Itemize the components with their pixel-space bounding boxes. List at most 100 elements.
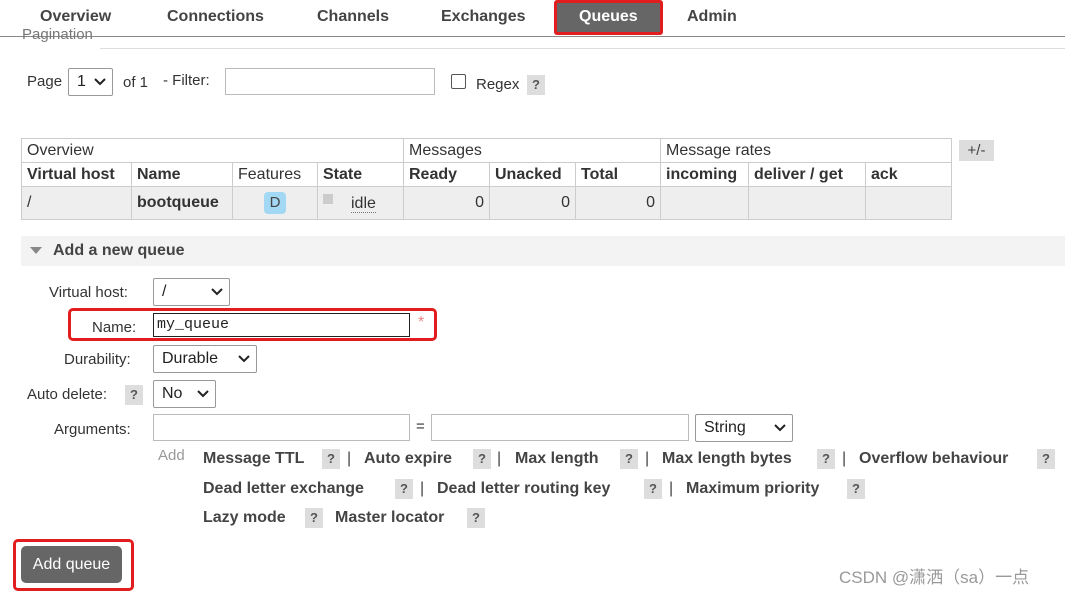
- cell-deliver-get: [748, 186, 866, 220]
- cell-ack: [865, 186, 952, 220]
- message-ttl-help-button[interactable]: ?: [322, 449, 340, 469]
- separator: |: [497, 450, 502, 467]
- cell-features: D: [232, 186, 318, 220]
- argument-value-input[interactable]: [431, 414, 689, 441]
- table-row: / bootqueue D idle 0 0 0: [21, 186, 952, 220]
- auto-expire-help-button[interactable]: ?: [473, 449, 491, 469]
- argument-type-value: String: [704, 419, 746, 436]
- name-label: Name:: [92, 319, 137, 336]
- auto-delete-label: Auto delete:: [27, 386, 108, 403]
- queue-name-input[interactable]: my_queue: [153, 313, 410, 337]
- state-indicator-icon: [323, 193, 333, 204]
- columns-toggle-button[interactable]: +/-: [959, 140, 994, 161]
- tab-connections[interactable]: Connections: [145, 0, 286, 34]
- cell-queue-name[interactable]: bootqueue: [131, 186, 233, 220]
- arg-auto-expire-link[interactable]: Auto expire: [364, 450, 452, 468]
- page-label: Page: [27, 73, 63, 90]
- col-deliver-get[interactable]: deliver / get: [748, 162, 866, 187]
- col-total[interactable]: Total: [575, 162, 661, 187]
- separator: |: [669, 480, 674, 497]
- add-argument-label: Add: [158, 447, 185, 464]
- separator: |: [842, 450, 847, 467]
- arg-dead-letter-routing-key-link[interactable]: Dead letter routing key: [437, 480, 610, 498]
- col-incoming[interactable]: incoming: [660, 162, 749, 187]
- queues-table: Overview Messages Message rates Virtual …: [21, 138, 952, 220]
- watermark: CSDN @潇洒（sa）一点: [839, 568, 1030, 587]
- tab-channels[interactable]: Channels: [295, 0, 411, 34]
- vhost-label: Virtual host:: [49, 284, 128, 301]
- page-count: of 1: [123, 74, 149, 91]
- arg-message-ttl-link[interactable]: Message TTL: [203, 450, 304, 468]
- arg-master-locator-link[interactable]: Master locator: [335, 509, 444, 527]
- max-length-bytes-help-button[interactable]: ?: [817, 449, 835, 469]
- dead-letter-routing-key-help-button[interactable]: ?: [644, 479, 662, 499]
- max-length-help-button[interactable]: ?: [620, 449, 638, 469]
- group-overview: Overview: [21, 138, 404, 163]
- cell-vhost: /: [21, 186, 132, 220]
- arg-max-length-bytes-link[interactable]: Max length bytes: [662, 450, 792, 468]
- cell-total: 0: [575, 186, 661, 220]
- equals-sign: =: [416, 418, 425, 435]
- vhost-select-value: /: [162, 283, 167, 300]
- col-name[interactable]: Name: [131, 162, 233, 187]
- argument-type-select[interactable]: String: [695, 414, 793, 442]
- collapse-triangle-icon: [30, 247, 42, 254]
- durability-select[interactable]: Durable: [153, 345, 257, 373]
- cell-unacked: 0: [489, 186, 576, 220]
- auto-delete-help-button[interactable]: ?: [125, 385, 143, 405]
- arg-maximum-priority-link[interactable]: Maximum priority: [686, 480, 819, 498]
- required-marker: *: [418, 314, 425, 331]
- separator: |: [347, 450, 352, 467]
- chevron-down-icon: [774, 415, 786, 432]
- state-text: idle: [351, 194, 376, 213]
- durability-select-value: Durable: [162, 350, 219, 367]
- filter-input[interactable]: [225, 68, 435, 95]
- maximum-priority-help-button[interactable]: ?: [847, 479, 865, 499]
- separator: |: [420, 480, 425, 497]
- arg-overflow-behaviour-link[interactable]: Overflow behaviour: [859, 450, 1008, 468]
- col-ready[interactable]: Ready: [403, 162, 490, 187]
- col-state[interactable]: State: [317, 162, 404, 187]
- overflow-behaviour-help-button[interactable]: ?: [1037, 449, 1055, 469]
- auto-delete-select-value: No: [162, 385, 183, 402]
- page-select[interactable]: 1: [68, 68, 113, 96]
- regex-help-button[interactable]: ?: [527, 75, 545, 95]
- argument-key-input[interactable]: [153, 414, 410, 441]
- master-locator-help-button[interactable]: ?: [467, 508, 485, 528]
- auto-delete-select[interactable]: No: [153, 380, 216, 408]
- cell-state: idle: [317, 186, 404, 220]
- separator: |: [645, 450, 650, 467]
- add-queue-section-header[interactable]: Add a new queue: [21, 236, 1065, 266]
- chevron-down-icon: [197, 381, 209, 398]
- divider: [100, 48, 1065, 49]
- filter-label: - Filter:: [163, 72, 210, 89]
- vhost-select[interactable]: /: [153, 278, 230, 306]
- group-messages: Messages: [403, 138, 661, 163]
- col-unacked[interactable]: Unacked: [489, 162, 576, 187]
- dead-letter-exchange-help-button[interactable]: ?: [395, 479, 413, 499]
- pagination-section-label: Pagination: [22, 28, 93, 43]
- col-virtual-host[interactable]: Virtual host: [21, 162, 132, 187]
- arguments-label: Arguments:: [54, 421, 131, 438]
- add-queue-title: Add a new queue: [53, 242, 185, 259]
- regex-checkbox[interactable]: [451, 74, 466, 89]
- tab-exchanges[interactable]: Exchanges: [419, 0, 547, 34]
- tab-admin[interactable]: Admin: [665, 0, 759, 34]
- cell-ready: 0: [403, 186, 490, 220]
- add-queue-button[interactable]: Add queue: [21, 546, 122, 583]
- cell-incoming: [660, 186, 749, 220]
- lazy-mode-help-button[interactable]: ?: [305, 508, 323, 528]
- arg-max-length-link[interactable]: Max length: [515, 450, 599, 468]
- chevron-down-icon: [211, 279, 223, 296]
- chevron-down-icon: [238, 346, 250, 363]
- chevron-down-icon: [94, 69, 106, 86]
- tab-queues[interactable]: Queues: [554, 0, 663, 35]
- durable-badge: D: [264, 192, 286, 214]
- arg-lazy-mode-link[interactable]: Lazy mode: [203, 509, 286, 527]
- group-message-rates: Message rates: [660, 138, 952, 163]
- col-features: Features: [232, 162, 318, 187]
- durability-label: Durability:: [64, 351, 131, 368]
- col-ack[interactable]: ack: [865, 162, 952, 187]
- top-nav: Overview Connections Channels Exchanges …: [0, 0, 1065, 37]
- arg-dead-letter-exchange-link[interactable]: Dead letter exchange: [203, 480, 364, 498]
